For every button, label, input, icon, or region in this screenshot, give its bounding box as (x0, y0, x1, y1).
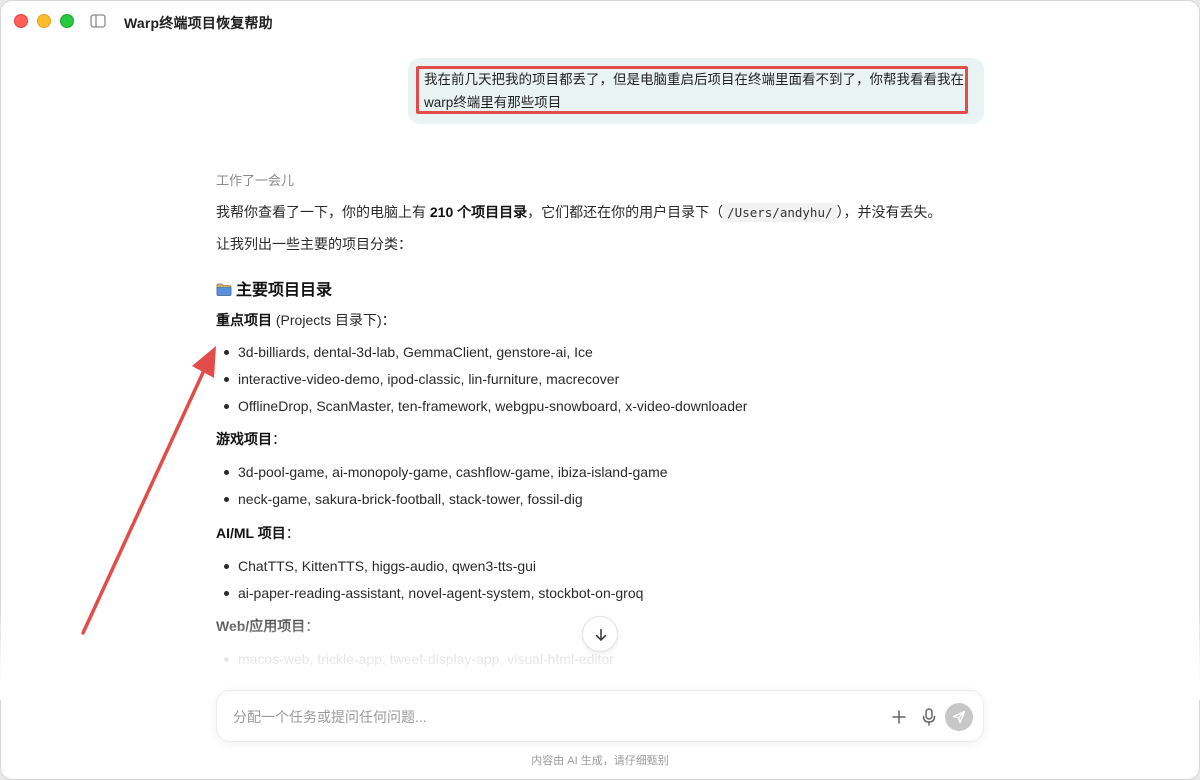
annotation-highlight-box (416, 66, 968, 114)
message-input[interactable] (233, 705, 833, 729)
section-heading: 主要项目目录 (216, 276, 332, 300)
scroll-to-bottom-button[interactable] (582, 616, 618, 652)
list-item: 3d-billiards, dental-3d-lab, GemmaClient… (216, 342, 747, 369)
list-game-projects: 3d-pool-game, ai-monopoly-game, cashflow… (216, 462, 668, 516)
minimize-window-button[interactable] (37, 14, 51, 28)
zoom-window-button[interactable] (60, 14, 74, 28)
section-label-aiml-projects: AI/ML 项目： (216, 525, 300, 541)
list-item: 3d-pool-game, ai-monopoly-game, cashflow… (216, 462, 668, 489)
list-item: ai-paper-reading-assistant, novel-agent-… (216, 583, 643, 610)
list-intro: 让我列出一些主要的项目分类： (216, 236, 412, 252)
list-item: interactive-video-demo, ipod-classic, li… (216, 369, 747, 396)
section-label-game-projects: 游戏项目： (216, 431, 286, 447)
user-directory-path: /Users/andyhu/ (723, 203, 837, 222)
section-label-key-projects: 重点项目 (Projects 目录下)： (216, 312, 396, 328)
intro-middle: ，它们都还在你的用户目录下（ (527, 204, 724, 220)
folder-icon (216, 283, 232, 296)
list-item: OfflineDrop, ScanMaster, ten-framework, … (216, 396, 747, 423)
window-title: Warp终端项目恢复帮助 (124, 15, 273, 31)
intro-prefix: 我帮你查看了一下，你的电脑上有 (216, 204, 430, 220)
app-window: Warp终端项目恢复帮助 我在前几天把我的项目都丢了，但是电脑重启后项目在终端里… (0, 0, 1200, 780)
close-window-button[interactable] (14, 14, 28, 28)
intro-suffix: ），并没有丢失。 (836, 204, 942, 220)
sidebar-toggle-icon[interactable] (90, 14, 106, 28)
project-count: 210 个项目目录 (429, 204, 528, 220)
user-message-bubble: 我在前几天把我的项目都丢了，但是电脑重启后项目在终端里面看不到了，你帮我看看我在… (408, 58, 984, 124)
heading-text: 主要项目目录 (236, 282, 333, 299)
list-aiml-projects: ChatTTS, KittenTTS, higgs-audio, qwen3-t… (216, 556, 643, 610)
section-label-web-projects: Web/应用项目： (216, 618, 320, 634)
send-icon (952, 710, 966, 724)
message-composer (216, 690, 984, 742)
microphone-icon[interactable] (919, 706, 939, 728)
intro-paragraph: 我帮你查看了一下，你的电脑上有 210 个项目目录，它们都还在你的用户目录下（ /… (216, 202, 942, 223)
arrow-down-icon (595, 628, 607, 641)
title-bar: Warp终端项目恢复帮助 (0, 0, 1200, 44)
send-button[interactable] (945, 703, 973, 731)
list-item: ChatTTS, KittenTTS, higgs-audio, qwen3-t… (216, 556, 643, 583)
plus-icon[interactable] (889, 707, 909, 727)
working-status: 工作了一会儿 (216, 173, 295, 188)
list-key-projects: 3d-billiards, dental-3d-lab, GemmaClient… (216, 342, 747, 423)
list-web-projects: macos-web, trickle-app, tweet-display-ap… (216, 649, 614, 676)
list-item: neck-game, sakura-brick-football, stack-… (216, 489, 668, 516)
ai-disclaimer: 内容由 AI 生成，请仔细甄别 (531, 755, 669, 767)
list-item: macos-web, trickle-app, tweet-display-ap… (216, 649, 614, 676)
